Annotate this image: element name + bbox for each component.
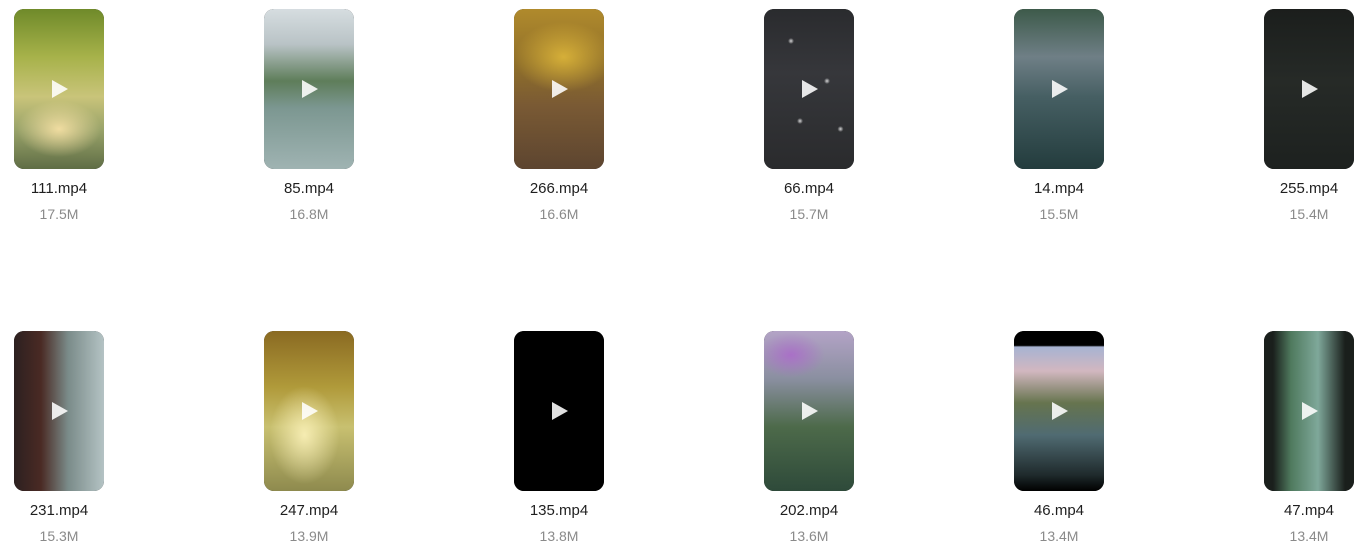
thumbnail-image (1014, 331, 1104, 491)
file-size: 13.6M (789, 528, 829, 544)
video-file-tile[interactable]: 14.mp4 15.5M (1014, 9, 1254, 239)
file-size: 16.8M (289, 206, 329, 222)
video-thumbnail[interactable] (764, 9, 854, 169)
file-size: 15.7M (789, 206, 829, 222)
file-name: 14.mp4 (1033, 180, 1085, 197)
video-file-tile[interactable]: 266.mp4 16.6M (514, 9, 754, 239)
video-file-tile[interactable]: 231.mp4 15.3M (14, 331, 254, 553)
video-thumbnail[interactable] (264, 9, 354, 169)
video-thumbnail[interactable] (1264, 331, 1354, 491)
video-thumbnail[interactable] (14, 9, 104, 169)
video-file-tile[interactable]: 111.mp4 17.5M (14, 9, 254, 239)
thumbnail-image (1264, 9, 1354, 169)
file-name: 135.mp4 (529, 502, 589, 519)
video-file-tile[interactable]: 85.mp4 16.8M (264, 9, 504, 239)
file-size: 17.5M (39, 206, 79, 222)
file-name: 247.mp4 (279, 502, 339, 519)
file-size: 13.4M (1039, 528, 1079, 544)
thumbnail-image (264, 9, 354, 169)
video-file-tile[interactable]: 46.mp4 13.4M (1014, 331, 1254, 553)
file-name: 202.mp4 (779, 502, 839, 519)
video-file-tile[interactable]: 255.mp4 15.4M (1264, 9, 1364, 239)
file-size: 15.3M (39, 528, 79, 544)
file-size: 13.9M (289, 528, 329, 544)
file-name: 46.mp4 (1033, 502, 1085, 519)
file-size: 15.5M (1039, 206, 1079, 222)
thumbnail-image (14, 9, 104, 169)
thumbnail-image (514, 9, 604, 169)
file-name: 66.mp4 (783, 180, 835, 197)
file-name: 231.mp4 (29, 502, 89, 519)
video-file-tile[interactable]: 47.mp4 13.4M (1264, 331, 1364, 553)
video-thumbnail[interactable] (764, 331, 854, 491)
file-name: 266.mp4 (529, 180, 589, 197)
file-size: 15.4M (1289, 206, 1329, 222)
video-thumbnail[interactable] (1014, 331, 1104, 491)
file-size: 16.6M (539, 206, 579, 222)
video-thumbnail[interactable] (1014, 9, 1104, 169)
video-thumbnail[interactable] (514, 331, 604, 491)
file-size: 13.4M (1289, 528, 1329, 544)
thumbnail-image (514, 331, 604, 491)
thumbnail-image (764, 9, 854, 169)
thumbnail-image (764, 331, 854, 491)
video-thumbnail[interactable] (264, 331, 354, 491)
thumbnail-image (1014, 9, 1104, 169)
video-file-grid: 111.mp4 17.5M 85.mp4 16.8M 266.mp4 16.6M (0, 0, 1369, 554)
video-file-tile[interactable]: 135.mp4 13.8M (514, 331, 754, 553)
file-name: 85.mp4 (283, 180, 335, 197)
video-file-tile[interactable]: 247.mp4 13.9M (264, 331, 504, 553)
file-name: 255.mp4 (1279, 180, 1339, 197)
video-file-tile[interactable]: 66.mp4 15.7M (764, 9, 1004, 239)
video-thumbnail[interactable] (514, 9, 604, 169)
thumbnail-image (14, 331, 104, 491)
video-thumbnail[interactable] (1264, 9, 1354, 169)
video-file-tile[interactable]: 202.mp4 13.6M (764, 331, 1004, 553)
thumbnail-image (264, 331, 354, 491)
video-thumbnail[interactable] (14, 331, 104, 491)
file-name: 47.mp4 (1283, 502, 1335, 519)
file-name: 111.mp4 (30, 180, 88, 197)
thumbnail-image (1264, 331, 1354, 491)
file-size: 13.8M (539, 528, 579, 544)
